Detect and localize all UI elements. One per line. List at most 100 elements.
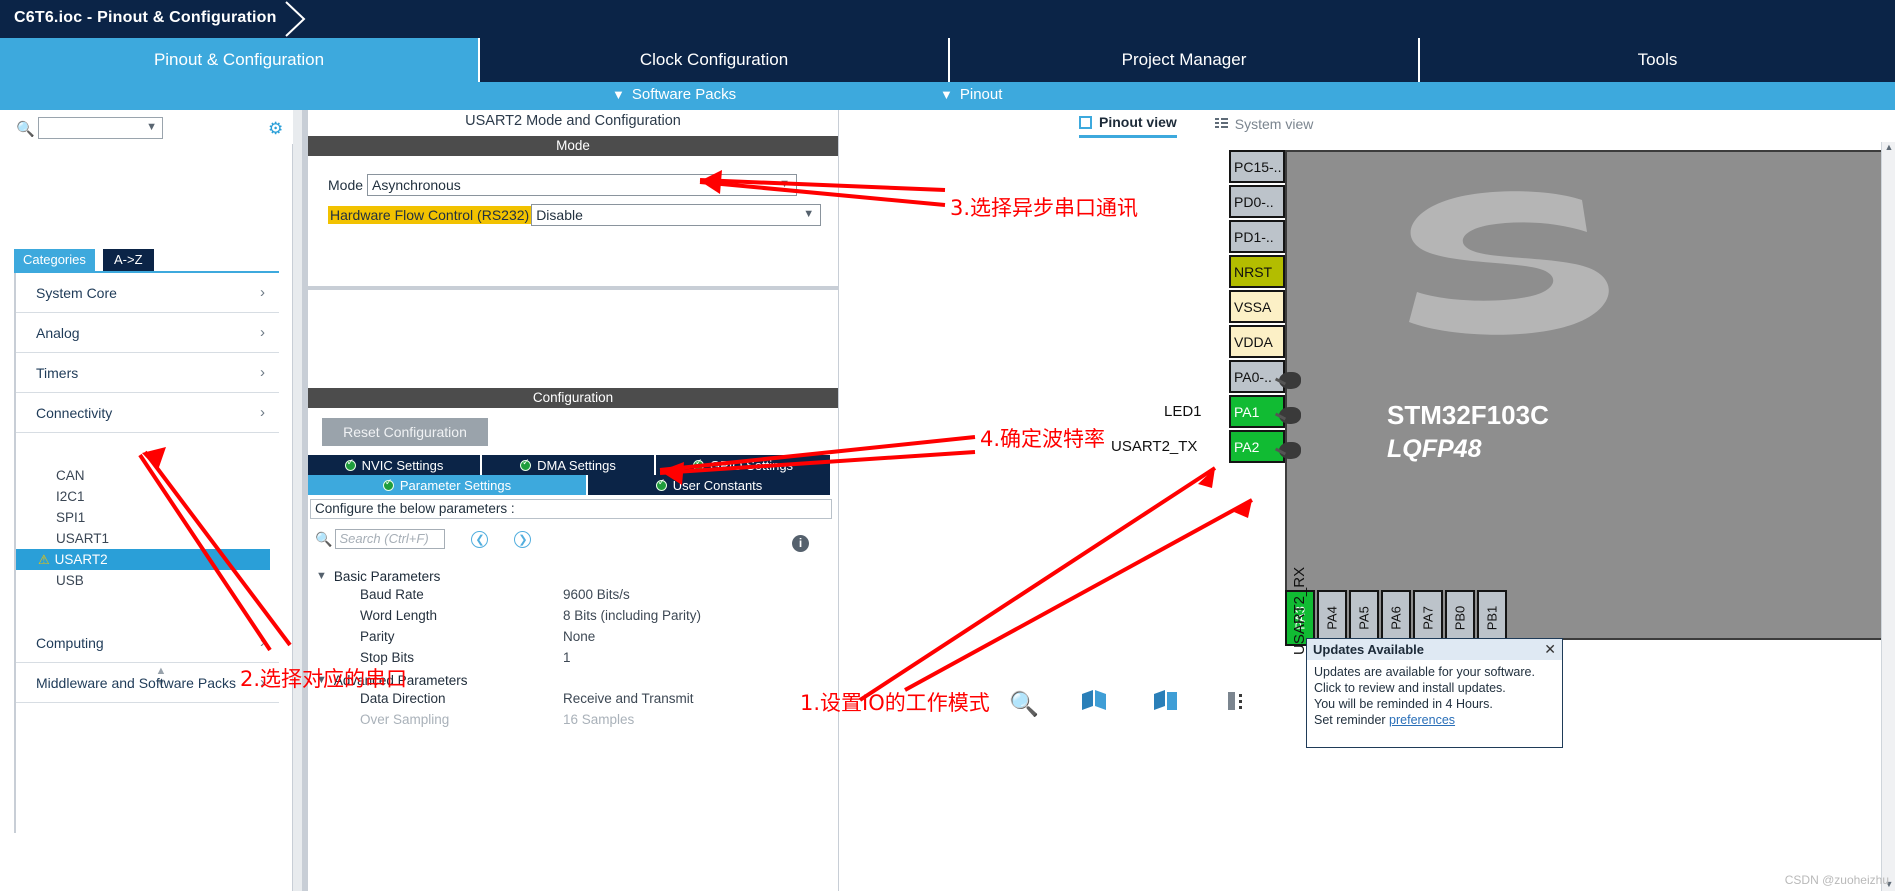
mode-section-body: Mode Asynchronous ▼ Hardware Flow Contro… [308, 156, 838, 290]
tab-pinout-configuration[interactable]: Pinout & Configuration [0, 38, 480, 82]
chip-package-body[interactable]: STM32F103C LQFP48 [1285, 150, 1895, 640]
sublist-item-usart2[interactable]: ⚠ USART2 [16, 549, 270, 570]
pin-vssa[interactable]: VSSA [1229, 290, 1285, 323]
pin-pd1[interactable]: PD1-.. [1229, 220, 1285, 253]
chip-package-label: LQFP48 [1387, 435, 1482, 463]
param-row-word-length[interactable]: Word Length 8 Bits (including Parity) [308, 608, 830, 628]
reset-configuration-button[interactable]: Reset Configuration [322, 418, 488, 446]
param-row-parity[interactable]: Parity None [308, 629, 830, 649]
gear-icon[interactable]: ⚙ [268, 119, 283, 139]
sidebar-item-analog[interactable]: Analog › [16, 313, 279, 353]
window-title: C6T6.ioc - Pinout & Configuration [14, 9, 277, 26]
scroll-up-icon[interactable]: ▲ [1883, 142, 1895, 154]
pin-label-pa2: USART2_TX [1111, 438, 1198, 455]
popup-line-4-prefix: Set reminder [1314, 713, 1390, 727]
popup-body: Updates are available for your software.… [1314, 664, 1558, 728]
sidebar-item-label: Computing [36, 634, 104, 651]
main-tab-bar[interactable]: Pinout & Configuration Clock Configurati… [0, 38, 1895, 82]
chevron-down-icon: ▼ [779, 178, 791, 190]
check-circle-icon [382, 477, 394, 491]
info-icon[interactable]: i [792, 535, 809, 552]
sublist-item-i2c1[interactable]: I2C1 [16, 486, 270, 507]
sublist-item-label: USART1 [56, 531, 110, 546]
pin-pc15[interactable]: PC15-.. [1229, 150, 1285, 183]
panel-divider[interactable] [293, 110, 303, 891]
view-tab-bar[interactable]: Pinout view System view [1079, 114, 1313, 138]
sidebar-item-label: Middleware and Software Packs [36, 674, 236, 691]
pin-pa1[interactable]: PA1 [1229, 395, 1285, 428]
sidebar-item-label: Analog [36, 324, 80, 341]
warning-icon: ⚠ [38, 551, 50, 567]
right-vertical-scrollbar[interactable]: ▲ ▼ [1881, 142, 1895, 891]
pin-table-icon[interactable] [1227, 690, 1251, 717]
annotation-1: 1.设置IO的工作模式 [800, 691, 990, 715]
parameter-search-input[interactable]: Search (Ctrl+F) [335, 529, 446, 549]
tab-label: DMA Settings [537, 457, 616, 473]
sidebar-tab-categories[interactable]: Categories [14, 249, 95, 271]
menu-pinout[interactable]: ▼ Pinout [940, 86, 1002, 103]
pin-pa2[interactable]: PA2 [1229, 430, 1285, 463]
menu-software-packs[interactable]: ▼ Software Packs [612, 86, 736, 103]
sidebar-item-system-core[interactable]: System Core › [16, 273, 279, 313]
tab-dma-settings[interactable]: DMA Settings [482, 455, 656, 475]
param-row-over-sampling: Over Sampling 16 Samples [308, 712, 830, 732]
panel-title: USART2 Mode and Configuration [465, 113, 681, 129]
fit-page-icon[interactable] [1079, 688, 1109, 719]
menu-software-packs-label: Software Packs [631, 86, 737, 103]
tab-system-view[interactable]: System view [1214, 114, 1313, 138]
tab-pinout-view[interactable]: Pinout view [1079, 114, 1177, 138]
tab-gpio-settings[interactable]: GPIO Settings [656, 455, 830, 475]
tab-nvic-settings[interactable]: NVIC Settings [308, 455, 482, 475]
annotation-3: 3.选择异步串口通讯 [950, 196, 1139, 220]
sidebar-tab-az[interactable]: A->Z [103, 249, 154, 271]
sublist-item-usb[interactable]: USB [16, 570, 270, 591]
mode-select[interactable]: Asynchronous ▼ [367, 174, 798, 196]
pin-pa0[interactable]: PA0-.. [1229, 360, 1285, 393]
param-name: Parity [360, 629, 395, 644]
sublist-item-can[interactable]: CAN [16, 465, 270, 486]
pin-vdda[interactable]: VDDA [1229, 325, 1285, 358]
param-row-data-direction[interactable]: Data Direction Receive and Transmit [308, 691, 830, 711]
param-value[interactable]: 8 Bits (including Parity) [563, 608, 701, 623]
config-tab-row-2[interactable]: Parameter Settings User Constants [308, 475, 830, 495]
configure-note: Configure the below parameters : [310, 499, 832, 519]
zoom-out-icon[interactable]: 🔍 [1009, 690, 1039, 719]
config-tab-row-1[interactable]: NVIC Settings DMA Settings GPIO Settings [308, 455, 830, 475]
tab-label: User Constants [672, 477, 763, 493]
pin-pd0[interactable]: PD0-.. [1229, 185, 1285, 218]
param-value[interactable]: 9600 Bits/s [563, 587, 630, 602]
preferences-link[interactable]: preferences [1389, 713, 1455, 727]
close-icon[interactable]: ✕ [1544, 641, 1556, 658]
sidebar-item-timers[interactable]: Timers › [16, 353, 279, 393]
sublist-item-label: CAN [56, 468, 85, 483]
chevron-left-circle-icon[interactable]: ❮ [471, 530, 489, 548]
export-icon[interactable] [1150, 688, 1180, 719]
sublist-item-spi1[interactable]: SPI1 [16, 507, 270, 528]
param-value[interactable]: None [563, 629, 595, 644]
check-circle-icon [344, 457, 356, 471]
check-circle-icon [520, 457, 532, 471]
tab-user-constants[interactable]: User Constants [588, 475, 830, 495]
chip-name-label: STM32F103C [1387, 400, 1549, 430]
sublist-item-usart1[interactable]: USART1 [16, 528, 270, 549]
updates-available-popup[interactable]: Updates Available ✕ Updates are availabl… [1306, 638, 1563, 748]
tab-tools[interactable]: Tools [1420, 38, 1895, 82]
pin-nrst[interactable]: NRST [1229, 255, 1285, 288]
sidebar-category-list: System Core › Analog › Timers › Connecti… [14, 273, 279, 833]
chevron-right-circle-icon[interactable]: ❯ [514, 530, 532, 548]
tab-parameter-settings[interactable]: Parameter Settings [308, 475, 588, 495]
hardware-flow-control-select[interactable]: Disable ▼ [531, 204, 822, 226]
st-logo [1409, 191, 1609, 335]
param-value[interactable]: Receive and Transmit [563, 691, 694, 706]
mode-section-header: Mode [308, 136, 838, 156]
group-basic-parameters[interactable]: ▼ Basic Parameters [316, 567, 440, 585]
popup-line-3: You will be reminded in 4 Hours. [1314, 697, 1493, 711]
tab-project-manager[interactable]: Project Manager [950, 38, 1420, 82]
param-row-baud-rate[interactable]: Baud Rate 9600 Bits/s [308, 587, 830, 607]
sidebar-search-combo[interactable]: ▼ [38, 117, 163, 139]
tab-clock-configuration[interactable]: Clock Configuration [480, 38, 950, 82]
param-value[interactable]: 1 [563, 650, 571, 665]
sidebar-item-connectivity[interactable]: Connectivity › [16, 393, 279, 433]
chevron-down-icon: ▼ [940, 87, 953, 102]
sidebar-item-computing[interactable]: Computing › [16, 623, 279, 663]
